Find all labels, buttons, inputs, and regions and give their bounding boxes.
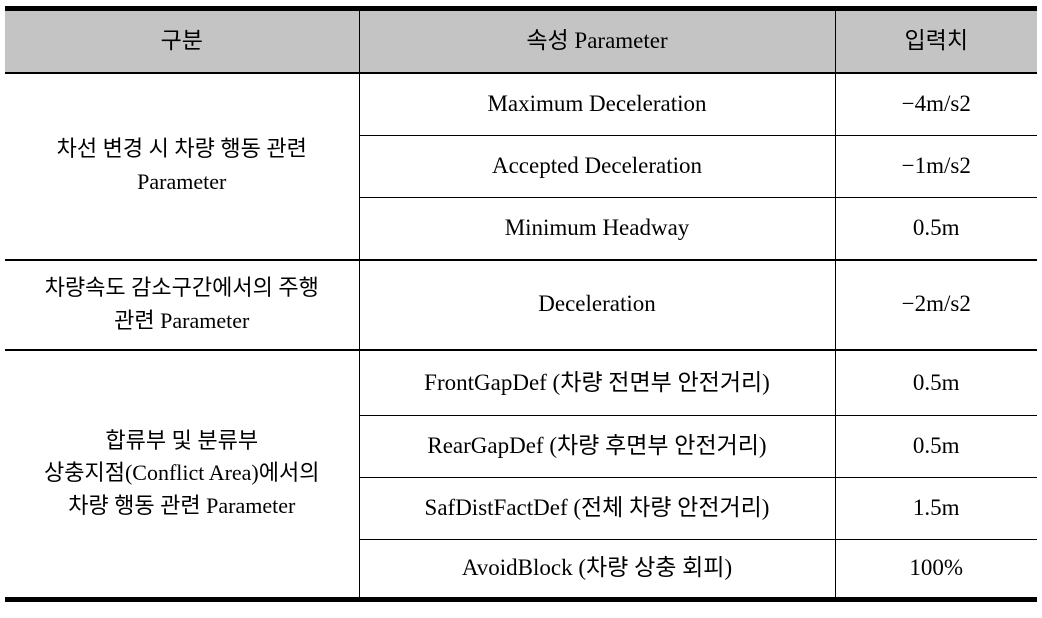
parameter-cell: RearGapDef (차량 후면부 안전거리) (359, 415, 836, 478)
parameter-cell: Minimum Headway (359, 197, 836, 260)
header-cell-parameter: 속성 Parameter (359, 8, 836, 73)
group-label-line-1: 차량속도 감소구간에서의 주행 (44, 274, 319, 300)
page-root: 구분 속성 Parameter 입력치 차선 변경 시 차량 행동 관련 Par… (0, 0, 1042, 618)
group-label-line-2: 상충지점(Conflict Area)에서의 (44, 460, 320, 486)
parameter-cell: FrontGapDef (차량 전면부 안전거리) (359, 348, 836, 416)
parameter-cell: SafDistFactDef (전체 차량 안전거리) (359, 477, 836, 540)
group-cell-conflict-area: 합류부 및 분류부 상충지점(Conflict Area)에서의 차량 행동 관… (5, 348, 360, 600)
value-cell: 100% (835, 539, 1037, 600)
parameter-cell: Accepted Deceleration (359, 135, 836, 198)
parameter-table-container: 구분 속성 Parameter 입력치 차선 변경 시 차량 행동 관련 Par… (5, 6, 1037, 602)
table-header: 구분 속성 Parameter 입력치 (5, 8, 1037, 73)
value-cell: 0.5m (835, 197, 1037, 260)
table-body: 차선 변경 시 차량 행동 관련 Parameter Maximum Decel… (5, 71, 1037, 600)
value-cell: 0.5m (835, 415, 1037, 478)
group-label-line-2: 관련 Parameter (114, 307, 250, 333)
parameter-cell: Deceleration (359, 258, 836, 350)
group-cell-lane-change: 차선 변경 시 차량 행동 관련 Parameter (5, 71, 360, 260)
value-cell: −1m/s2 (835, 135, 1037, 198)
table-row: 차량속도 감소구간에서의 주행 관련 Parameter Deceleratio… (5, 258, 1037, 350)
group-label-line-2: Parameter (137, 169, 227, 194)
value-cell: −4m/s2 (835, 71, 1037, 136)
parameter-cell: Maximum Deceleration (359, 71, 836, 136)
group-label-line-1: 합류부 및 분류부 (105, 427, 259, 453)
table-row: 차선 변경 시 차량 행동 관련 Parameter Maximum Decel… (5, 71, 1037, 260)
table-row: 합류부 및 분류부 상충지점(Conflict Area)에서의 차량 행동 관… (5, 348, 1037, 600)
group-label-line-3: 차량 행동 관련 Parameter (68, 493, 296, 519)
header-cell-group: 구분 (5, 8, 360, 73)
value-cell: −2m/s2 (835, 258, 1037, 350)
value-cell: 1.5m (835, 477, 1037, 540)
table-header-row: 구분 속성 Parameter 입력치 (5, 8, 1037, 73)
value-cell: 0.5m (835, 348, 1037, 416)
group-cell-speed-reduction: 차량속도 감소구간에서의 주행 관련 Parameter (5, 258, 360, 350)
parameter-cell: AvoidBlock (차량 상충 회피) (359, 539, 836, 600)
parameter-table: 구분 속성 Parameter 입력치 차선 변경 시 차량 행동 관련 Par… (5, 6, 1037, 602)
header-cell-value: 입력치 (835, 8, 1037, 73)
group-label-line-1: 차선 변경 시 차량 행동 관련 (56, 136, 307, 162)
